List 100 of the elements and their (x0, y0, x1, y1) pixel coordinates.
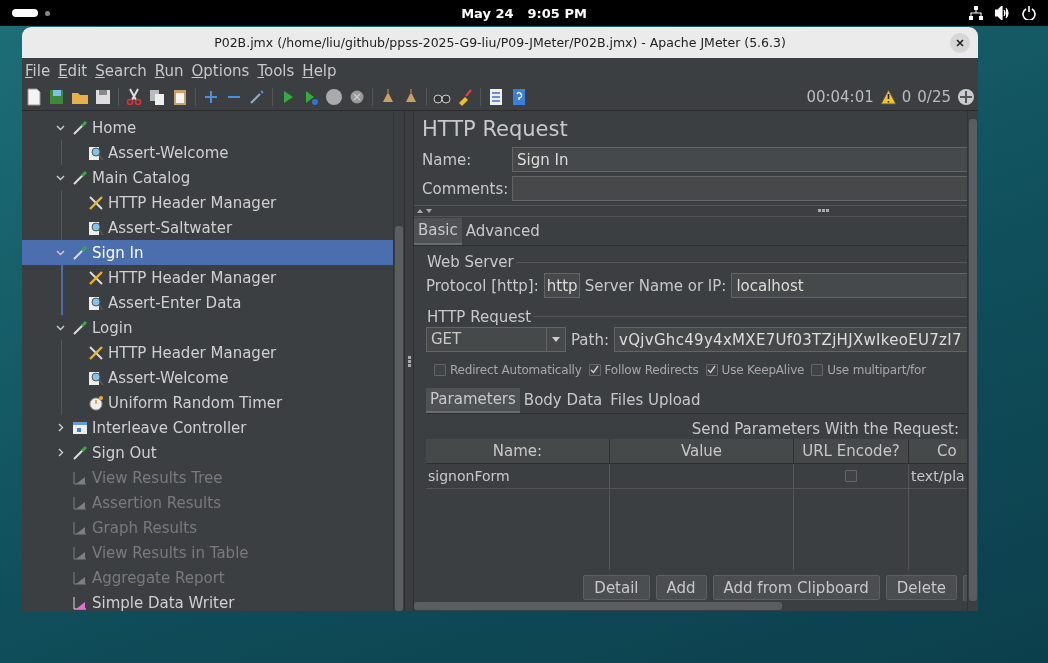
menu-item[interactable]: Tools (257, 62, 295, 80)
checkbox-label: Use multipart/for (827, 362, 926, 377)
tree-item-label: Assert-Saltwater (108, 218, 233, 237)
tab[interactable]: Files Upload (606, 387, 705, 413)
tab[interactable]: Advanced (461, 217, 544, 245)
name-label: Name: (422, 150, 473, 169)
shutdown-icon[interactable] (348, 88, 366, 106)
splitter-grip-icon[interactable] (818, 209, 829, 213)
tree-item[interactable]: Assert-Saltwater (22, 215, 393, 240)
collapse-caret-icon[interactable] (56, 173, 65, 182)
toggle-icon[interactable] (248, 88, 266, 106)
server-field[interactable]: localhost (731, 273, 967, 298)
tree-item[interactable]: Login (22, 315, 393, 340)
tab[interactable]: Basic (414, 217, 462, 245)
error-count: 0 (901, 88, 912, 106)
action-button[interactable]: Delete (885, 575, 957, 601)
path-field[interactable]: vQjvGhc49y4xMXE7Uf03TZjHJXwIkeoEU7zI7 (614, 327, 967, 353)
close-button[interactable] (950, 33, 970, 53)
tree-item[interactable]: Sign Out (22, 440, 393, 465)
volume-icon[interactable] (995, 6, 1010, 20)
group-title: HTTP Request (427, 307, 532, 326)
expand-caret-icon[interactable] (56, 448, 65, 457)
tree-item[interactable]: Home (22, 115, 393, 140)
action-button[interactable]: Detail (583, 575, 650, 601)
column-header[interactable]: Value (610, 439, 794, 464)
copy-icon[interactable] (148, 88, 166, 106)
tree-item[interactable]: Main Catalog (22, 165, 393, 190)
activities-icon[interactable] (12, 9, 38, 17)
method-dropdown[interactable]: GET (426, 327, 566, 353)
magnifier-page-icon (88, 369, 104, 386)
collapse-caret-icon[interactable] (56, 248, 65, 257)
menu-item[interactable]: Help (302, 62, 337, 80)
menu-item[interactable]: File (25, 62, 51, 80)
time-text[interactable]: 9:05 PM (527, 5, 587, 21)
magnifier-page-icon (88, 219, 104, 236)
horizontal-scrollbar[interactable] (414, 601, 967, 611)
help-icon[interactable] (510, 88, 528, 106)
menu-item[interactable]: Edit (58, 62, 88, 80)
window-title: P02B.jmx (/home/liu/github/ppss-2025-G9-liu/P09-JMeter/P02B.jmx) - Apache JMeter (5.6.3) (214, 35, 786, 50)
column-header[interactable]: Name: (426, 439, 610, 464)
expand-icon[interactable] (202, 88, 220, 106)
network-icon[interactable] (969, 6, 983, 20)
panel-title: HTTP Request (421, 116, 569, 143)
tools-icon (88, 269, 104, 286)
checkbox[interactable] (588, 363, 601, 376)
comments-field[interactable] (512, 176, 967, 201)
checkbox-label: Use KeepAlive (721, 362, 805, 377)
tree-item[interactable]: Sign In (22, 240, 393, 265)
tree-item[interactable]: Interleave Controller (22, 415, 393, 440)
expand-caret-icon[interactable] (56, 423, 65, 432)
tree-item-label: Graph Results (92, 518, 197, 537)
chart-icon (72, 569, 88, 586)
column-header[interactable]: URL Encode? (794, 439, 909, 464)
tree-item[interactable]: Simple Data Writer (22, 590, 393, 611)
tree-item-label: Main Catalog (92, 168, 191, 187)
menu-item[interactable]: Run (154, 62, 184, 80)
new-file-icon[interactable] (25, 88, 43, 106)
action-button[interactable]: Add (655, 575, 707, 601)
tab[interactable]: Parameters (426, 387, 520, 413)
tree-item[interactable]: Assert-Welcome (22, 365, 393, 390)
tree-item[interactable]: HTTP Header Manager (22, 190, 393, 215)
tree-item-label: Uniform Random Timer (108, 393, 283, 412)
tree-item-label: Sign Out (92, 443, 157, 462)
menu-item[interactable]: Options (191, 62, 250, 80)
save-icon[interactable] (94, 88, 112, 106)
list-icon[interactable] (487, 88, 505, 106)
cut-icon[interactable] (125, 88, 143, 106)
remote-icon[interactable] (957, 88, 975, 106)
collapse-caret-icon[interactable] (56, 323, 65, 332)
tree-item[interactable]: HTTP Header Manager (22, 340, 393, 365)
name-field[interactable]: Sign In (512, 147, 967, 172)
power-icon[interactable] (1022, 6, 1036, 20)
stop-icon[interactable] (325, 88, 343, 106)
checkbox[interactable] (434, 363, 446, 376)
tree-scrollbar[interactable] (393, 111, 404, 611)
vertical-scrollbar[interactable] (967, 111, 978, 611)
menu-item[interactable]: Search (95, 62, 147, 80)
checkbox[interactable] (811, 363, 824, 376)
tree-item-label: Login (92, 318, 133, 337)
checkbox[interactable] (705, 363, 718, 376)
tree-item-label: Home (92, 118, 137, 137)
tree-item[interactable]: HTTP Header Manager (22, 265, 393, 290)
action-button[interactable]: Add from Clipboard (712, 575, 880, 601)
tree-item-label: Aggregate Report (92, 568, 225, 587)
paste-icon[interactable] (171, 88, 189, 106)
date-text[interactable]: May 24 (461, 5, 514, 21)
splitter-grip-icon[interactable] (407, 355, 411, 367)
protocol-field[interactable]: http (543, 273, 580, 298)
warning-icon[interactable] (879, 89, 897, 105)
tab[interactable]: Body Data (519, 387, 607, 413)
collapse-caret-icon[interactable] (56, 123, 65, 132)
tree-item[interactable]: Uniform Random Timer (22, 390, 393, 415)
checkbox[interactable] (845, 470, 857, 483)
tree-item[interactable]: Assert-Enter Data (22, 290, 393, 315)
tree-item-label: HTTP Header Manager (108, 193, 277, 212)
tree-item[interactable]: Assert-Welcome (22, 140, 393, 165)
checkbox-label: Follow Redirects (604, 362, 699, 377)
protocol-label: Protocol [http]: (426, 276, 539, 295)
splitter-arrows-icon[interactable] (417, 207, 433, 214)
templates-icon[interactable] (48, 88, 66, 106)
